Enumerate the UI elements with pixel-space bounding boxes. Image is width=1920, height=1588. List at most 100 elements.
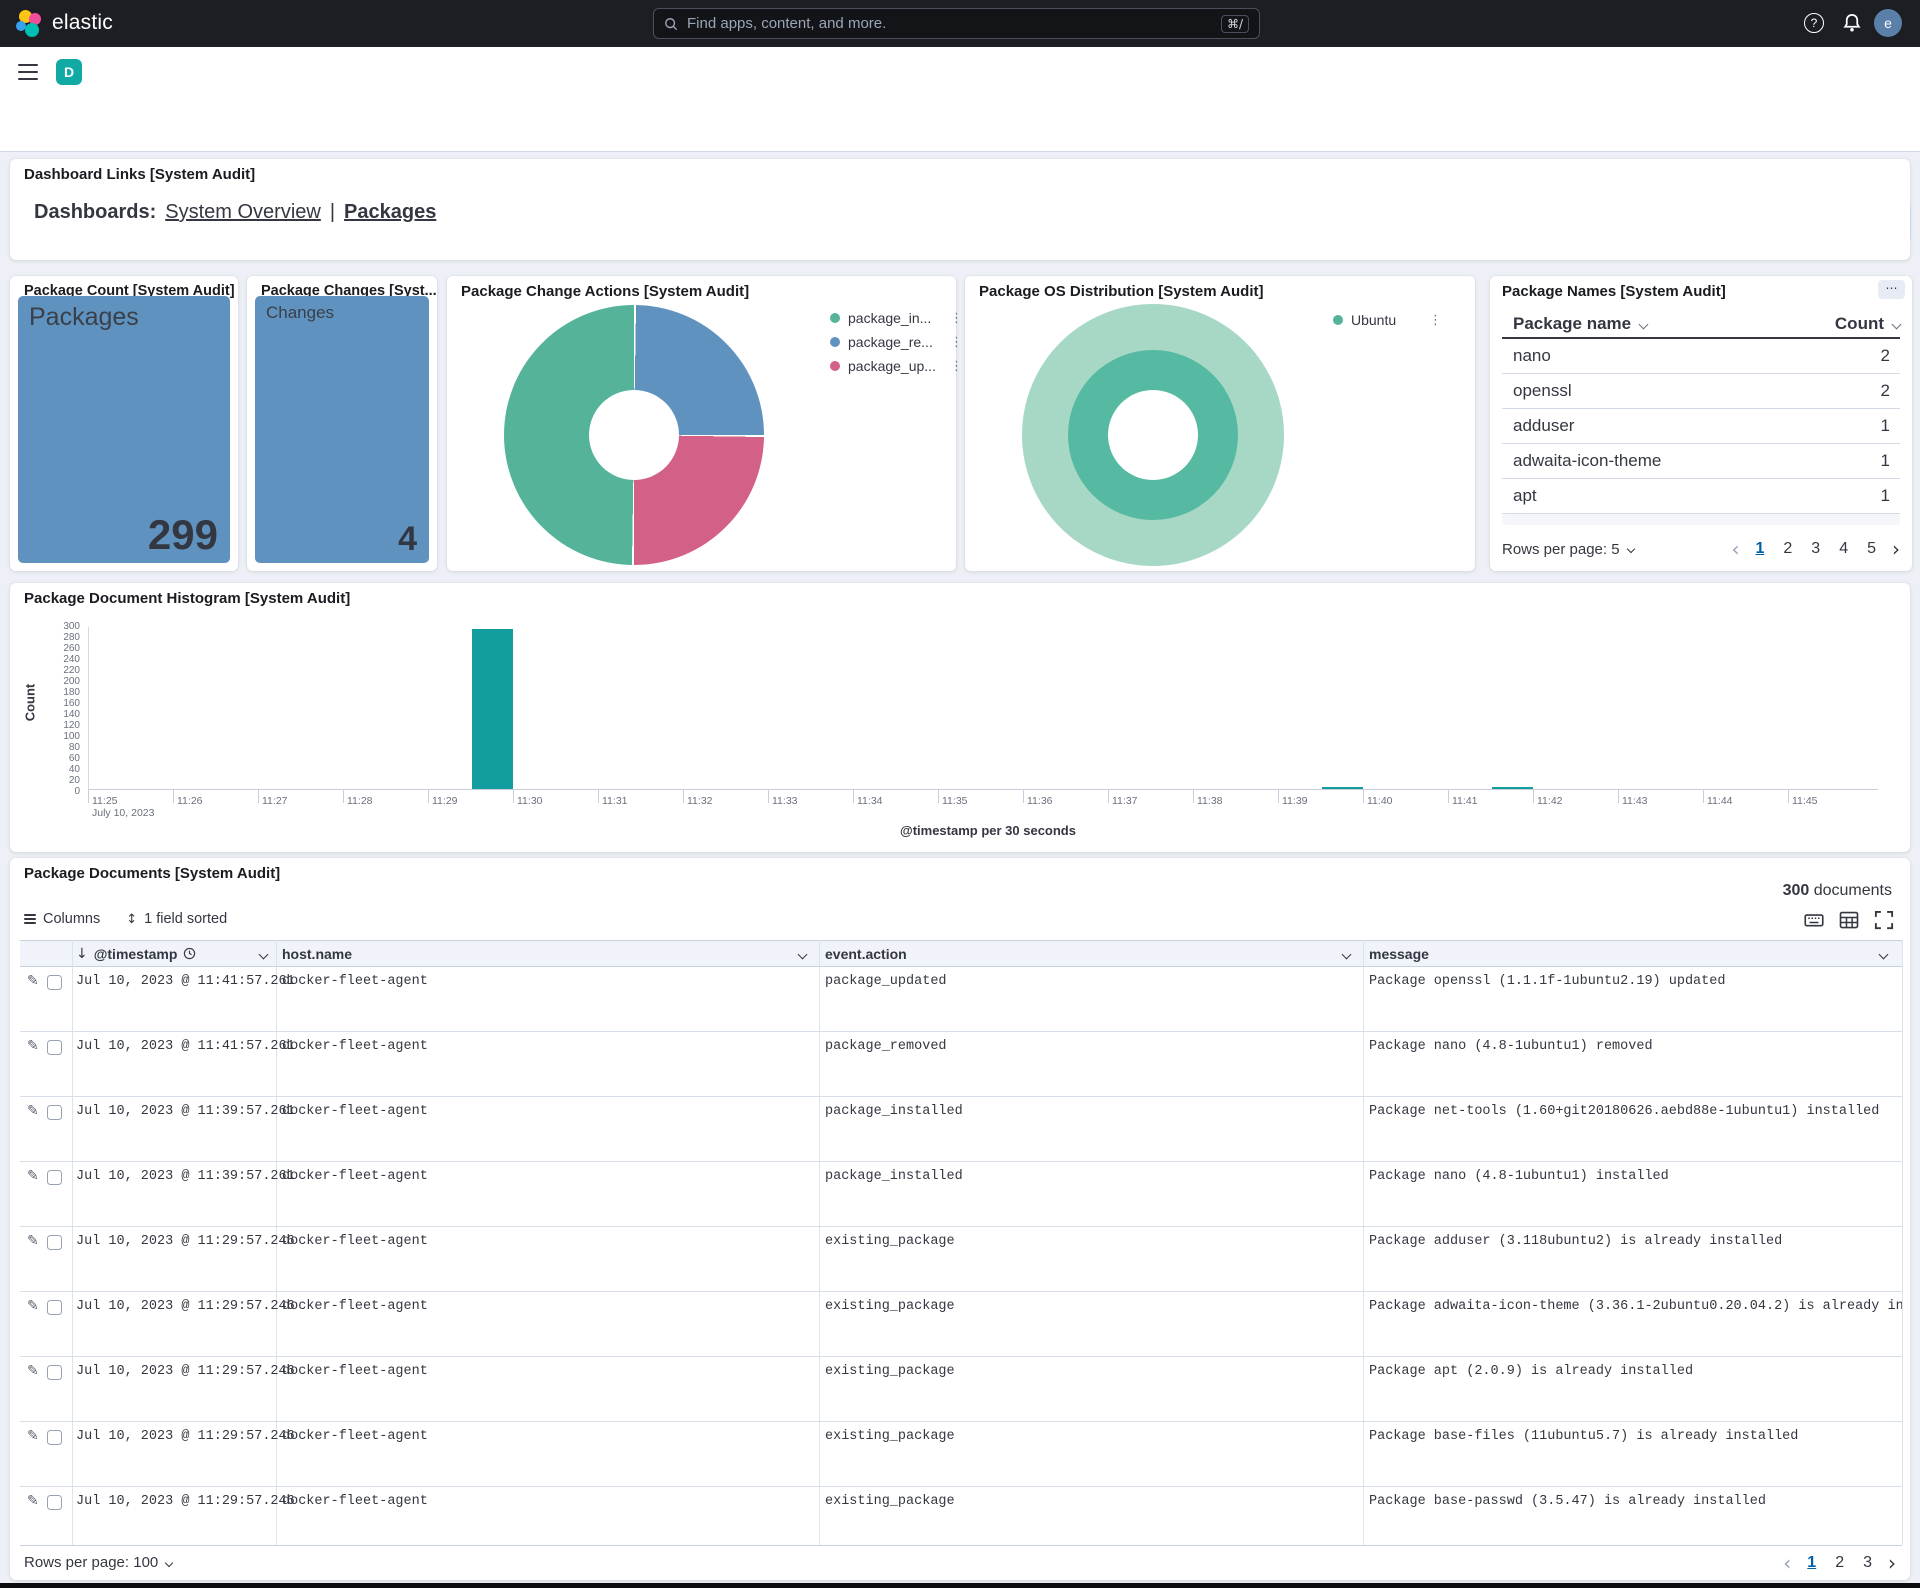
row-checkbox[interactable] bbox=[47, 1170, 62, 1185]
page-number[interactable]: 5 bbox=[1864, 540, 1879, 558]
table-row: ✎ Jul 10, 2023 @ 11:39:57.261 docker-fle… bbox=[20, 1162, 1902, 1227]
column-menu-icon[interactable] bbox=[1879, 950, 1889, 960]
x-axis-title: @timestamp per 30 seconds bbox=[488, 823, 1488, 838]
page-number[interactable]: 1 bbox=[1752, 540, 1767, 558]
menu-icon[interactable] bbox=[18, 64, 38, 80]
link-packages[interactable]: Packages bbox=[344, 201, 436, 224]
expand-row-icon[interactable]: ✎ bbox=[27, 1298, 39, 1314]
panel-dashboard-links: Dashboard Links [System Audit] Dashboard… bbox=[10, 159, 1910, 260]
x-tick-label: 11:26 bbox=[177, 795, 203, 807]
page-number[interactable]: 3 bbox=[1860, 1554, 1875, 1572]
legend-item[interactable]: package_re... ⋮ bbox=[830, 330, 963, 354]
row-checkbox[interactable] bbox=[47, 1300, 62, 1315]
page-number[interactable]: 2 bbox=[1832, 1554, 1847, 1572]
user-avatar[interactable]: e bbox=[1874, 9, 1902, 37]
page-number[interactable]: 3 bbox=[1808, 540, 1823, 558]
column-header-action[interactable]: event.action bbox=[825, 941, 907, 966]
global-search[interactable]: ⌘/ bbox=[653, 8, 1260, 39]
column-menu-icon[interactable] bbox=[259, 950, 269, 960]
notifications-icon[interactable] bbox=[1842, 12, 1862, 34]
legend-item[interactable]: package_up... ⋮ bbox=[830, 354, 963, 378]
expand-row-icon[interactable]: ✎ bbox=[27, 1233, 39, 1249]
legend-item-menu-icon[interactable]: ⋮ bbox=[950, 335, 963, 350]
expand-row-icon[interactable]: ✎ bbox=[27, 1493, 39, 1509]
metric-label: Changes bbox=[266, 303, 334, 323]
search-shortcut-badge: ⌘/ bbox=[1221, 15, 1249, 33]
message-cell: Package nano (4.8-1ubuntu1) removed bbox=[1369, 1039, 1653, 1054]
package-count-tile[interactable]: Packages 299 bbox=[18, 296, 230, 563]
legend-item-menu-icon[interactable]: ⋮ bbox=[950, 311, 963, 326]
histogram-plot[interactable] bbox=[88, 627, 1878, 790]
row-checkbox[interactable] bbox=[47, 1365, 62, 1380]
column-header-timestamp[interactable]: ↓ @timestamp bbox=[76, 941, 196, 966]
row-checkbox[interactable] bbox=[47, 1495, 62, 1510]
legend-item-menu-icon[interactable]: ⋮ bbox=[1429, 313, 1442, 328]
package-changes-tile[interactable]: Changes 4 bbox=[255, 296, 429, 563]
row-checkbox[interactable] bbox=[47, 1430, 62, 1445]
count-cell: 1 bbox=[1881, 451, 1890, 471]
help-icon[interactable]: ? bbox=[1804, 13, 1824, 33]
columns-icon bbox=[24, 914, 36, 924]
host-cell: docker-fleet-agent bbox=[282, 1169, 428, 1184]
message-cell: Package openssl (1.1.1f-1ubuntu2.19) upd… bbox=[1369, 974, 1725, 989]
keyboard-shortcuts-icon[interactable] bbox=[1804, 910, 1824, 930]
elastic-logo-icon[interactable] bbox=[16, 10, 44, 37]
y-tick-label: 280 bbox=[63, 632, 80, 643]
column-header-count[interactable]: Count bbox=[1835, 312, 1900, 336]
row-checkbox[interactable] bbox=[47, 1105, 62, 1120]
names-table-header: Package name Count bbox=[1490, 312, 1912, 336]
page-number[interactable]: 4 bbox=[1836, 540, 1851, 558]
y-tick-label: 60 bbox=[69, 753, 80, 764]
expand-row-icon[interactable]: ✎ bbox=[27, 1363, 39, 1379]
y-tick-label: 200 bbox=[63, 676, 80, 687]
metric-value: 4 bbox=[398, 520, 417, 559]
host-cell: docker-fleet-agent bbox=[282, 1039, 428, 1054]
table-footer-spacer bbox=[1502, 514, 1900, 525]
global-search-input[interactable] bbox=[687, 15, 1221, 32]
row-checkbox[interactable] bbox=[47, 1235, 62, 1250]
page-number[interactable]: 2 bbox=[1780, 540, 1795, 558]
fullscreen-icon[interactable] bbox=[1874, 910, 1894, 930]
expand-row-icon[interactable]: ✎ bbox=[27, 1103, 39, 1119]
prev-page-icon[interactable]: ‹ bbox=[1731, 537, 1739, 561]
column-header-package-name[interactable]: Package name bbox=[1513, 312, 1647, 336]
dashboard-app-badge[interactable]: D bbox=[56, 59, 82, 85]
row-checkbox[interactable] bbox=[47, 975, 62, 990]
panel-package-changes: Package Changes [Syst... Changes 4 bbox=[247, 276, 437, 571]
legend-item[interactable]: package_in... ⋮ bbox=[830, 306, 963, 330]
package-name-cell: adduser bbox=[1513, 416, 1574, 436]
x-axis-ticks: 11:2511:2611:2711:2811:2911:3011:3111:32… bbox=[88, 790, 1878, 820]
link-system-overview[interactable]: System Overview bbox=[165, 201, 321, 224]
row-checkbox[interactable] bbox=[47, 1040, 62, 1055]
columns-button[interactable]: Columns bbox=[24, 911, 100, 927]
expand-row-icon[interactable]: ✎ bbox=[27, 973, 39, 989]
legend-item-menu-icon[interactable]: ⋮ bbox=[950, 359, 963, 374]
timestamp-cell: Jul 10, 2023 @ 11:29:57.246 bbox=[76, 1299, 295, 1314]
expand-row-icon[interactable]: ✎ bbox=[27, 1038, 39, 1054]
prev-page-icon[interactable]: ‹ bbox=[1783, 1551, 1791, 1575]
message-cell: Package adduser (3.118ubuntu2) is alread… bbox=[1369, 1234, 1782, 1249]
x-tick-label: 11:42 bbox=[1537, 795, 1563, 807]
rows-per-page-select[interactable]: Rows per page: 5 bbox=[1502, 541, 1634, 558]
sort-fields-button[interactable]: ↕ 1 field sorted bbox=[126, 911, 227, 927]
panel-options-icon[interactable]: ⋯ bbox=[1878, 280, 1905, 299]
rows-per-page-select[interactable]: Rows per page: 100 bbox=[24, 1554, 172, 1571]
page-number[interactable]: 1 bbox=[1804, 1554, 1819, 1572]
panel-package-os-distribution: Package OS Distribution [System Audit] U… bbox=[965, 276, 1475, 571]
legend-item[interactable]: Ubuntu ⋮ bbox=[1333, 308, 1442, 332]
column-menu-icon[interactable] bbox=[798, 950, 808, 960]
expand-row-icon[interactable]: ✎ bbox=[27, 1428, 39, 1444]
display-density-icon[interactable] bbox=[1839, 910, 1859, 930]
column-header-message[interactable]: message bbox=[1369, 941, 1429, 966]
column-menu-icon[interactable] bbox=[1342, 950, 1352, 960]
histogram-bar bbox=[472, 629, 513, 789]
y-tick-label: 20 bbox=[69, 775, 80, 786]
sort-icon: ↕ bbox=[126, 912, 137, 927]
grid-toolbar: Columns ↕ 1 field sorted bbox=[24, 911, 227, 927]
host-cell: docker-fleet-agent bbox=[282, 1494, 428, 1509]
table-row: nano 2 bbox=[1502, 339, 1900, 374]
next-page-icon[interactable]: › bbox=[1888, 1551, 1896, 1575]
next-page-icon[interactable]: › bbox=[1892, 537, 1900, 561]
column-header-host[interactable]: host.name bbox=[282, 941, 352, 966]
expand-row-icon[interactable]: ✎ bbox=[27, 1168, 39, 1184]
